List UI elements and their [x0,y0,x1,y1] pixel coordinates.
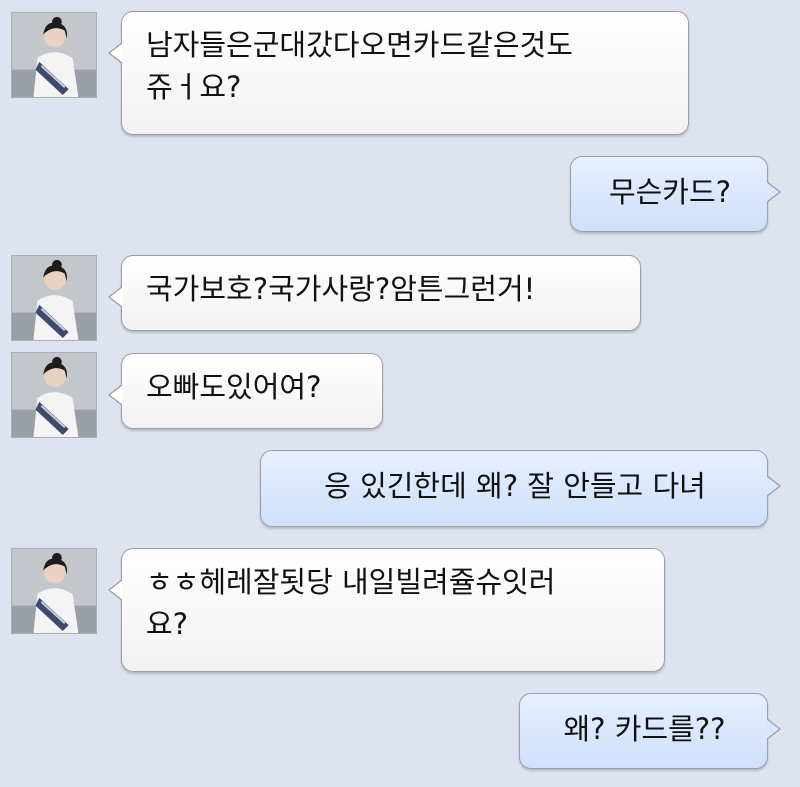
message-text: 오빠도있어여? [146,370,322,404]
avatar[interactable] [11,548,97,634]
avatar[interactable] [11,255,97,341]
message-text: 국가보호?국가사랑?암튼그런거! [146,272,536,306]
message-bubble-outgoing[interactable]: 왜? 카드를?? [519,693,781,769]
message-text: ㅎㅎ헤레잘됫당 내일빌려쥴슈잇러 요? [146,565,556,641]
message-text: 왜? 카드를?? [563,712,726,746]
message-text: 남자들은군대갔다오면카드같은것도 쥬ㅓ요? [146,28,573,104]
message-bubble-incoming[interactable]: ㅎㅎ헤레잘됫당 내일빌려쥴슈잇러 요? [108,548,665,672]
chat-thread: 남자들은군대갔다오면카드같은것도 쥬ㅓ요? 무슨카드? 국가보호?국가사랑?암튼… [0,0,800,787]
profile-photo-icon [12,256,96,340]
avatar[interactable] [11,12,97,98]
message-bubble-incoming[interactable]: 국가보호?국가사랑?암튼그런거! [108,255,641,331]
message-bubble-outgoing[interactable]: 응 있긴한데 왜? 잘 안들고 다녀 [260,450,781,527]
message-bubble-outgoing[interactable]: 무슨카드? [570,156,781,232]
message-text: 무슨카드? [608,175,732,209]
profile-photo-icon [12,13,96,97]
message-bubble-incoming[interactable]: 남자들은군대갔다오면카드같은것도 쥬ㅓ요? [108,11,689,135]
message-bubble-incoming[interactable]: 오빠도있어여? [108,353,383,429]
profile-photo-icon [12,549,96,633]
message-text: 응 있긴한데 왜? 잘 안들고 다녀 [324,469,706,503]
profile-photo-icon [12,353,96,437]
avatar[interactable] [11,352,97,438]
